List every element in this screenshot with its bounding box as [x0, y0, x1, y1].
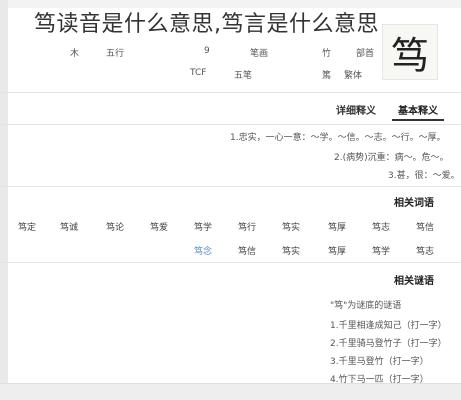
related-word[interactable]: 笃论: [106, 220, 124, 233]
riddle-item[interactable]: 3.千里马登竹（打一字）: [330, 354, 429, 367]
divider-3: [0, 186, 461, 187]
divider-2: [0, 124, 461, 125]
related-word[interactable]: 笃厚: [328, 244, 346, 257]
related-word[interactable]: 笃信: [238, 244, 256, 257]
label-wubi: 五笔: [234, 71, 253, 81]
definition-line-1: 1.忠实，一心一意：～学。～信。～志。～行。～厚。: [230, 133, 446, 143]
window-bottom-edge: [0, 383, 461, 400]
label-fanti: 繁体: [344, 71, 363, 81]
value-bihua: 9: [204, 46, 210, 56]
related-word[interactable]: 笃爱: [150, 220, 168, 233]
page: 笃读音是什么意思,笃言是什么意思 五行 木 部首 竹 笔画 9 五笔 TCF 繁…: [0, 0, 461, 400]
definition-line-3: 3.甚，很：～爱。: [388, 171, 460, 181]
related-word[interactable]: 笃信: [416, 220, 434, 233]
page-title: 笃读音是什么意思,笃言是什么意思: [34, 12, 379, 37]
window-left-edge: [0, 0, 8, 400]
related-words-title: 相关词语: [394, 198, 434, 209]
info-row-2: 五笔 TCF 繁体 篤: [190, 68, 370, 81]
label-bihua: 笔画: [250, 49, 269, 59]
related-word[interactable]: 笃实: [282, 244, 300, 257]
value-bushou: 竹: [322, 49, 332, 59]
related-word[interactable]: 笃行: [238, 220, 256, 233]
character-glyph: 笃: [390, 33, 429, 78]
label-bushou: 部首: [356, 49, 375, 59]
related-word[interactable]: 笃志: [416, 244, 434, 257]
info-row-1: 五行 木 部首 竹 笔画 9: [60, 46, 374, 59]
related-word[interactable]: 笃志: [372, 220, 390, 233]
related-word[interactable]: 笃厚: [328, 220, 346, 233]
related-word[interactable]: 笃定: [18, 220, 36, 233]
definition-line-2: 2.(病势)沉重：病～。危～。: [334, 153, 449, 163]
riddle-item[interactable]: "笃"为谜底的谜语: [330, 298, 401, 311]
tab-detailed-definition[interactable]: 详细释义: [330, 100, 382, 119]
tab-basic-definition[interactable]: 基本释义: [392, 100, 444, 121]
related-word[interactable]: 笃学: [372, 244, 390, 257]
related-word[interactable]: 笃念: [194, 244, 212, 257]
riddle-item[interactable]: 1.千里相逢成知己（打一字）: [330, 318, 447, 331]
related-riddles-title: 相关谜语: [394, 276, 434, 287]
value-fanti: 篤: [322, 71, 332, 81]
divider-1: [0, 92, 461, 93]
value-wuxing: 木: [70, 49, 80, 59]
value-wubi: TCF: [190, 68, 207, 78]
related-word[interactable]: 笃学: [194, 220, 212, 233]
label-wuxing: 五行: [106, 49, 125, 59]
related-word[interactable]: 笃诚: [60, 220, 78, 233]
character-display: 笃: [382, 24, 438, 80]
related-word[interactable]: 笃实: [282, 220, 300, 233]
divider-4: [0, 262, 461, 263]
riddle-item[interactable]: 2.千里骑马登竹子（打一字）: [330, 336, 447, 349]
